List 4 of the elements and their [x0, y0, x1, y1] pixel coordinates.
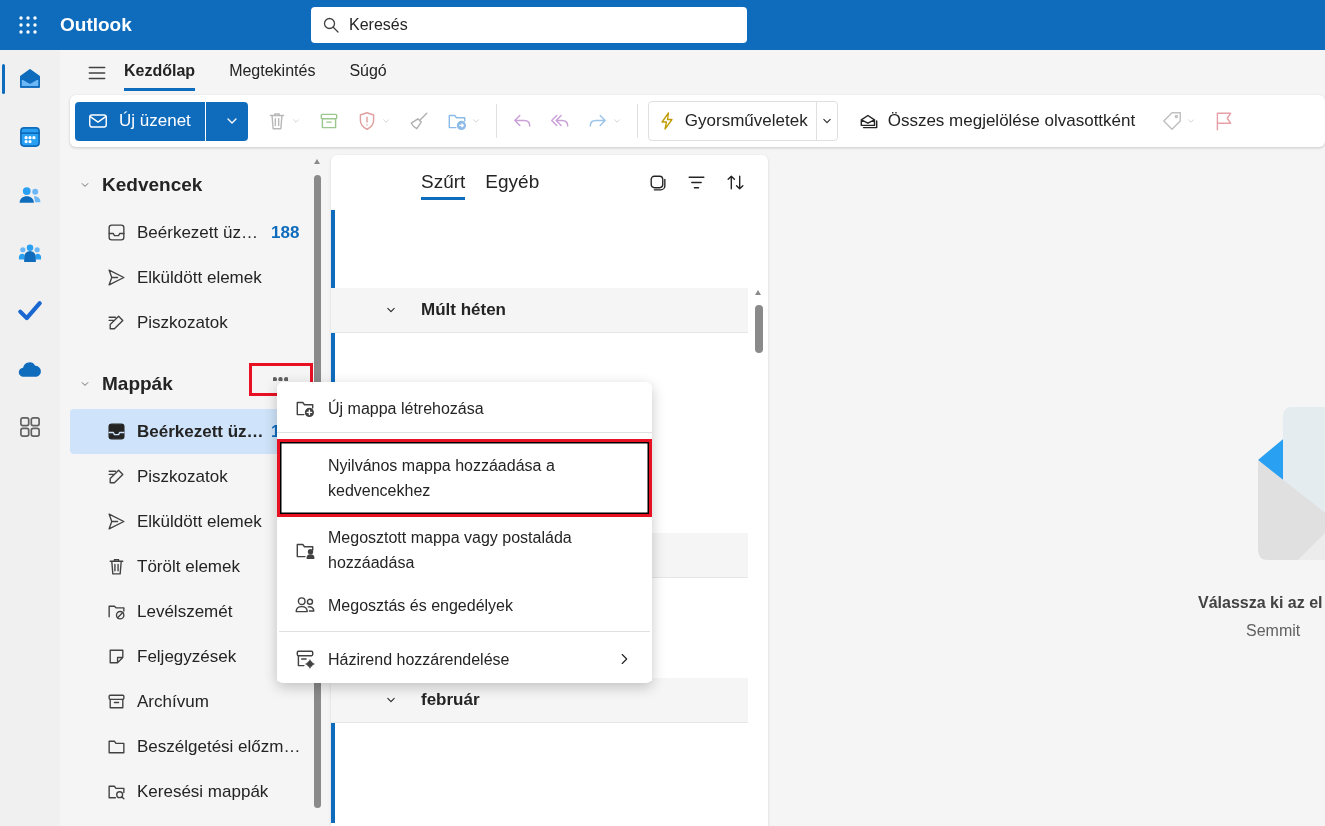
- empty-state-subtitle: Semmit: [1246, 622, 1302, 640]
- empty-state-title: Válassza ki az el: [1198, 594, 1324, 612]
- unread-count: 188: [271, 222, 300, 243]
- app-name: Outlook: [60, 14, 133, 36]
